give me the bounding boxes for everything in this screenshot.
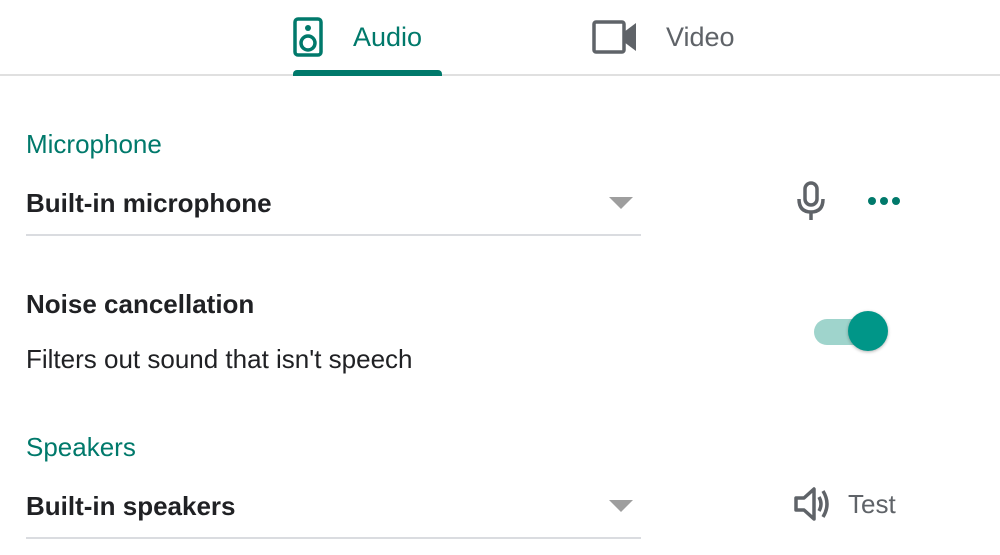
- videocam-icon: [592, 20, 638, 54]
- toggle-knob: [848, 311, 888, 351]
- dropdown-arrow-icon: [609, 500, 633, 512]
- test-speakers-button[interactable]: Test: [794, 484, 896, 524]
- microphone-select[interactable]: Built-in microphone: [26, 182, 641, 236]
- test-label: Test: [848, 488, 896, 519]
- dropdown-arrow-icon: [609, 197, 633, 209]
- more-options-icon[interactable]: [862, 188, 906, 214]
- tab-bar: Audio Video: [0, 0, 1000, 76]
- noise-cancellation-description: Filters out sound that isn't speech: [26, 344, 413, 374]
- tab-video[interactable]: Video: [592, 0, 762, 74]
- volume-icon: [794, 486, 832, 522]
- audio-settings-panel: Audio Video Microphone Built-in micropho…: [0, 0, 1000, 555]
- microphone-heading: Microphone: [26, 129, 162, 159]
- speakers-heading: Speakers: [26, 432, 136, 462]
- tab-video-label: Video: [666, 21, 735, 52]
- speakers-select-value: Built-in speakers: [26, 491, 236, 521]
- speaker-icon: [293, 17, 323, 57]
- selected-tab-indicator: [293, 70, 442, 76]
- noise-cancellation-title: Noise cancellation: [26, 289, 255, 319]
- tab-audio[interactable]: Audio: [293, 0, 443, 74]
- noise-cancellation-toggle[interactable]: [812, 311, 888, 353]
- microphone-select-value: Built-in microphone: [26, 188, 272, 218]
- microphone-icon[interactable]: [794, 180, 828, 222]
- tab-audio-label: Audio: [353, 21, 423, 52]
- speakers-select[interactable]: Built-in speakers: [26, 485, 641, 539]
